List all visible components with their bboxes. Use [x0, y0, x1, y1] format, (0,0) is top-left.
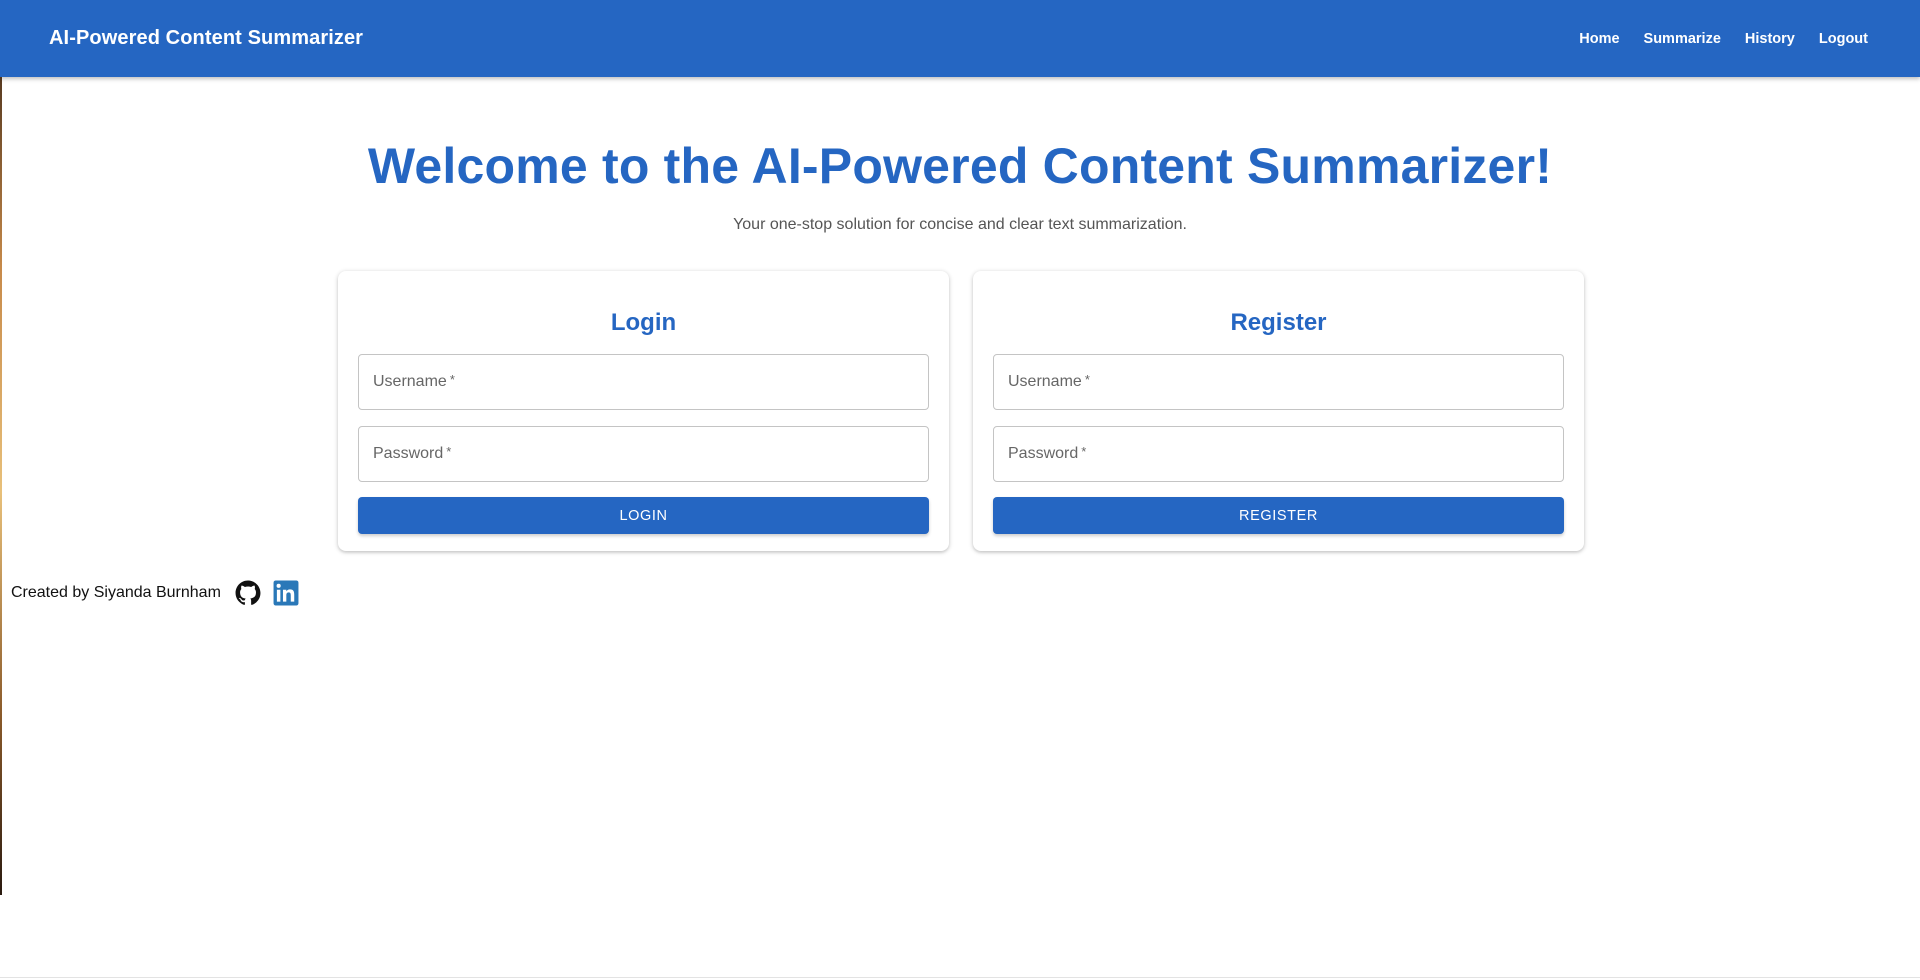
- hero: Welcome to the AI-Powered Content Summar…: [0, 136, 1920, 234]
- page-subtitle: Your one-stop solution for concise and c…: [733, 216, 1187, 233]
- app-bar: AI-Powered Content Summarizer Home Summa…: [0, 0, 1920, 77]
- login-username-field[interactable]: Username *: [358, 354, 929, 410]
- required-mark: *: [446, 443, 452, 459]
- register-button[interactable]: REGISTER: [993, 497, 1564, 534]
- linkedin-icon-graphic: [273, 580, 299, 606]
- nav-history[interactable]: History: [1733, 23, 1807, 55]
- nav-summarize[interactable]: Summarize: [1632, 23, 1733, 55]
- linkedin-icon[interactable]: [273, 580, 299, 606]
- register-username-label: Username: [1008, 373, 1082, 390]
- required-mark: *: [1084, 371, 1090, 387]
- page-title: Welcome to the AI-Powered Content Summar…: [367, 138, 1553, 194]
- app-title: AI-Powered Content Summarizer: [49, 27, 364, 49]
- register-card: Register Username * Password * REGISTER: [973, 271, 1584, 551]
- page: AI-Powered Content Summarizer Home Summa…: [0, 0, 1920, 980]
- nav-home[interactable]: Home: [1567, 23, 1631, 55]
- login-password-field[interactable]: Password *: [358, 426, 929, 482]
- top-nav: Home Summarize History Logout: [1567, 23, 1880, 55]
- required-mark: *: [1081, 443, 1087, 459]
- footer: Created by Siyanda Burnham: [11, 578, 299, 608]
- register-title: Register: [1230, 309, 1327, 336]
- bottom-divider: [0, 977, 1920, 978]
- github-icon-graphic: [235, 580, 261, 605]
- login-title: Login: [610, 309, 677, 336]
- register-password-label: Password: [1008, 445, 1079, 462]
- login-password-label: Password: [373, 445, 444, 462]
- register-password-field[interactable]: Password *: [993, 426, 1564, 482]
- register-username-field[interactable]: Username *: [993, 354, 1564, 410]
- github-icon[interactable]: [235, 580, 261, 606]
- login-button[interactable]: LOGIN: [358, 497, 929, 534]
- window-edge: [0, 0, 2, 895]
- footer-credit: Created by Siyanda Burnham: [11, 584, 221, 601]
- login-card: Login Username * Password * LOGIN: [338, 271, 949, 551]
- required-mark: *: [449, 371, 455, 387]
- nav-logout[interactable]: Logout: [1807, 23, 1880, 55]
- login-username-label: Username: [373, 373, 447, 390]
